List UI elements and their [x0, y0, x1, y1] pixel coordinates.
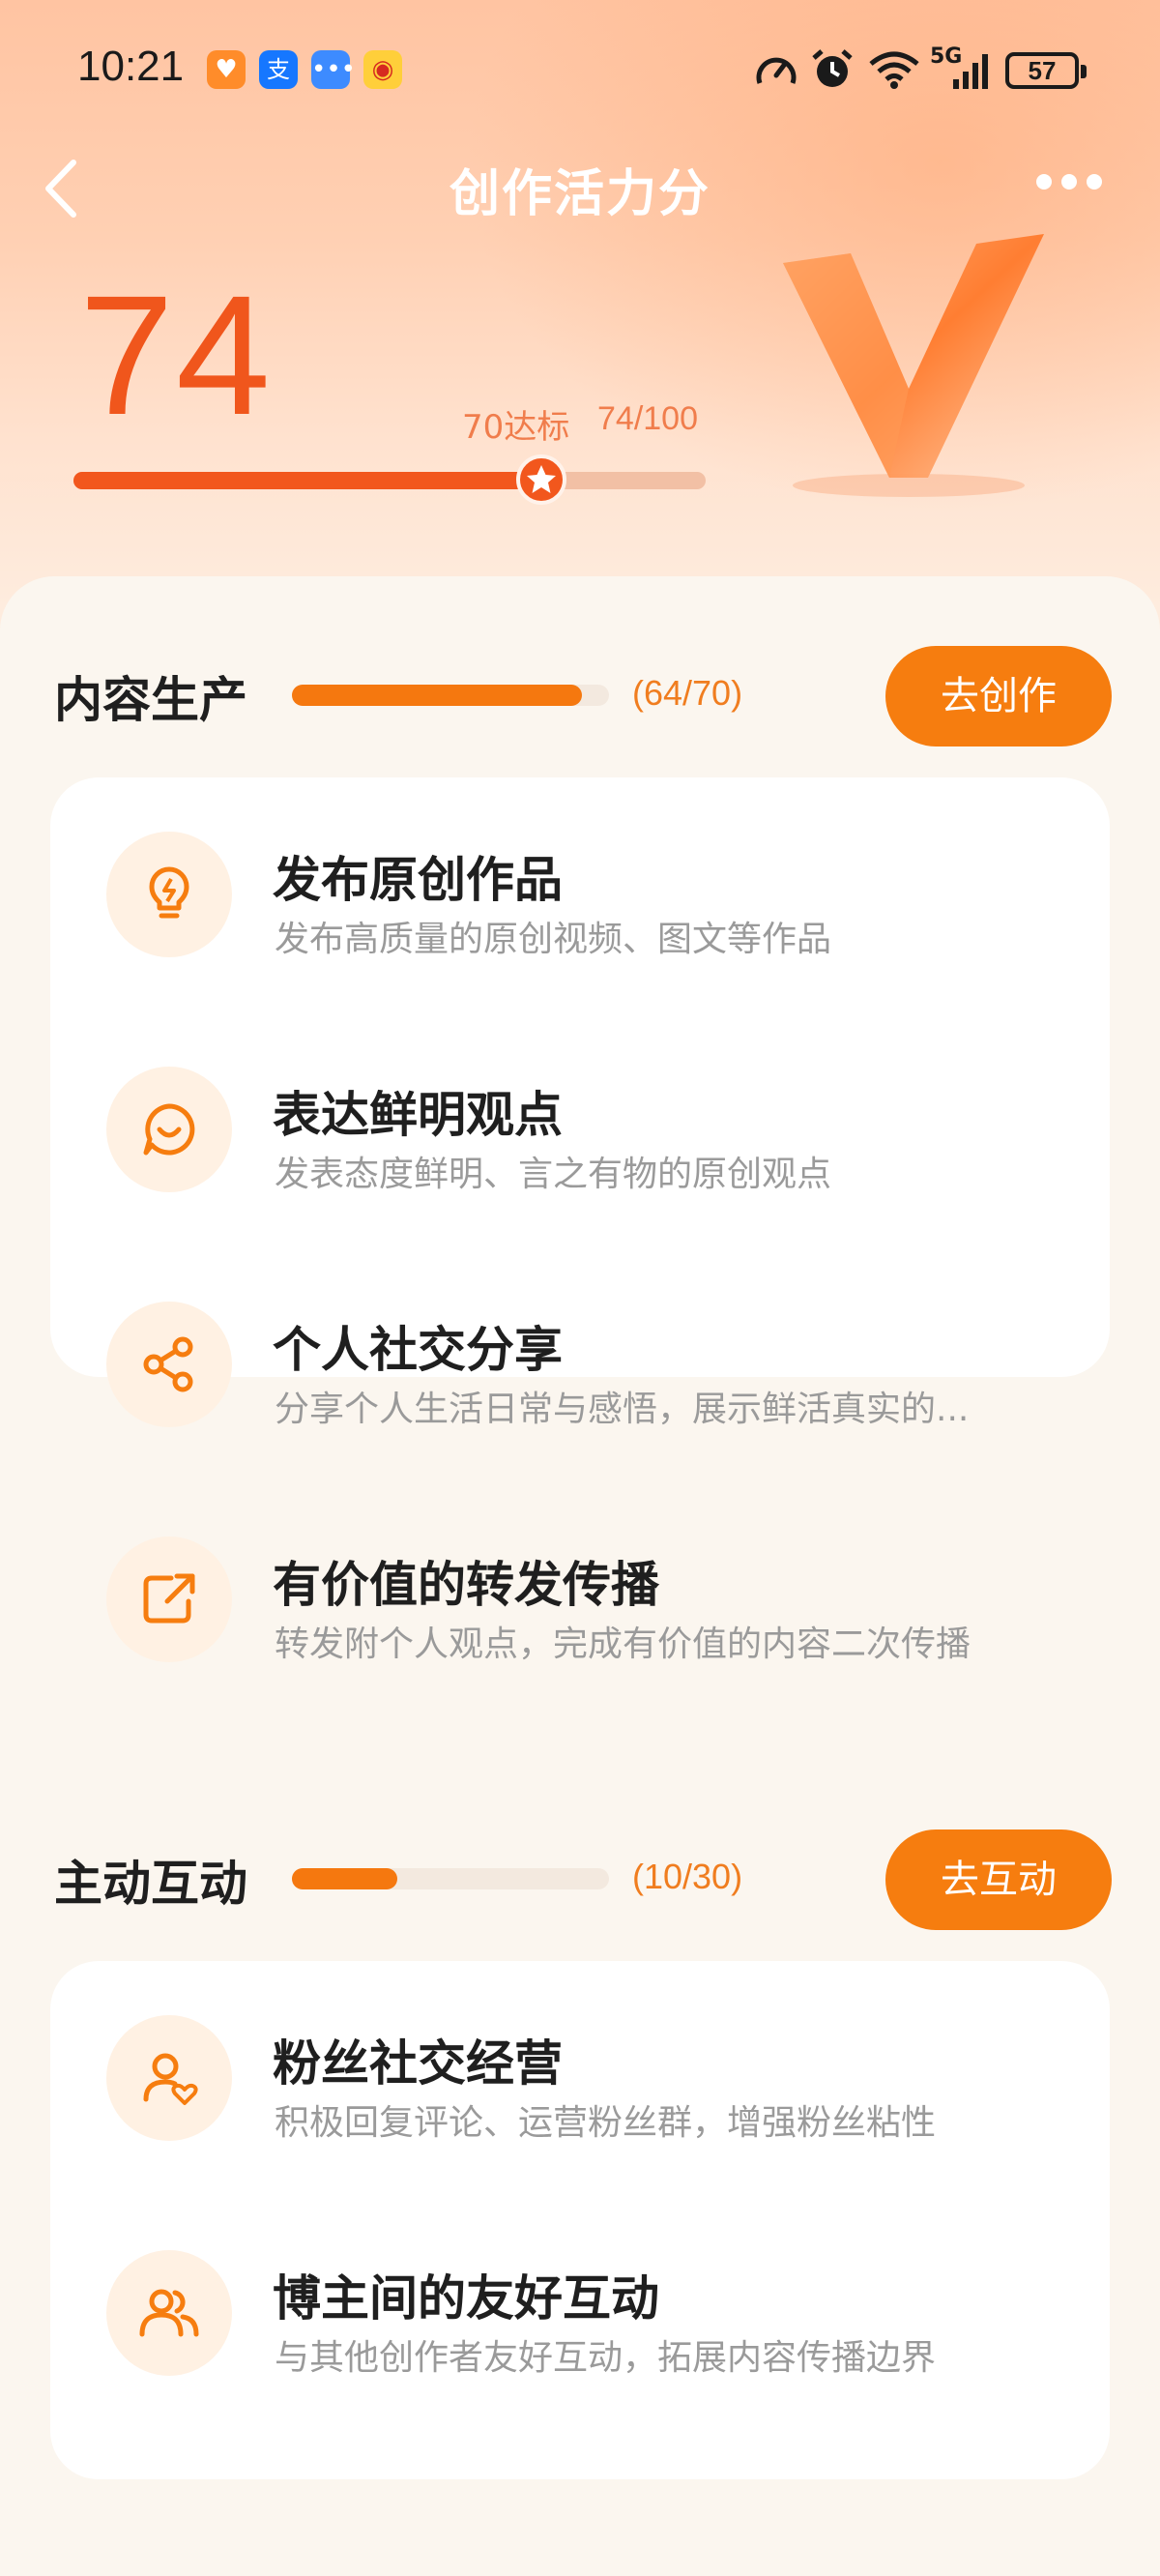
go-create-button[interactable]: 去创作 — [885, 646, 1112, 746]
section-title-content: 内容生产 — [54, 672, 247, 728]
section-title-interaction: 主动互动 — [54, 1856, 247, 1912]
task-description: 积极回复评论、运营粉丝群，增强粉丝粘性 — [275, 2103, 937, 2143]
status-time: 10:21 — [77, 43, 185, 90]
dot-icon — [1061, 174, 1077, 190]
task-description: 与其他创作者友好互动，拓展内容传播边界 — [275, 2338, 937, 2378]
activity-score: 74 — [79, 261, 273, 451]
more-menu-button[interactable] — [1036, 174, 1114, 197]
task-title: 发布原创作品 — [273, 852, 563, 908]
message-app-icon: ••• — [311, 50, 356, 89]
task-description: 发布高质量的原创视频、图文等作品 — [275, 920, 832, 959]
user-heart-icon — [106, 2015, 232, 2141]
interaction-progress-fill — [292, 1868, 398, 1889]
dot-icon — [1087, 174, 1102, 190]
task-item-original-work[interactable]: 发布原创作品 发布高质量的原创视频、图文等作品 — [50, 801, 1110, 994]
task-description: 转发附个人观点，完成有价值的内容二次传播 — [275, 1625, 972, 1664]
task-description: 分享个人生活日常与感悟，展示鲜活真实的... — [275, 1390, 970, 1429]
content-progress-fill — [292, 685, 582, 706]
interaction-progress-bar — [292, 1868, 609, 1889]
v-logo-icon — [783, 234, 1044, 497]
task-item-social-share[interactable]: 个人社交分享 分享个人生活日常与感悟，展示鲜活真实的... — [50, 1271, 1110, 1464]
speed-icon — [756, 57, 797, 84]
signal-icon — [953, 54, 988, 89]
battery-indicator: 57 — [1005, 52, 1087, 89]
interaction-task-card: 粉丝社交经营 积极回复评论、运营粉丝群，增强粉丝粘性 博主间的友好互动 与其他创… — [50, 1961, 1110, 2479]
task-title: 表达鲜明观点 — [273, 1087, 563, 1143]
interaction-progress-count: (10/30) — [632, 1857, 743, 1896]
target-label: 70达标 — [462, 408, 570, 447]
target-star-icon — [515, 454, 566, 505]
alarm-icon — [812, 49, 853, 87]
wifi-icon — [869, 51, 919, 89]
lightbulb-icon — [106, 832, 232, 957]
score-progress-bar — [73, 472, 706, 489]
content-sheet: 内容生产 (64/70) 去创作 发布原创作品 发布高质量的原创视频、图文等作品 — [0, 576, 1160, 2576]
go-interact-button[interactable]: 去互动 — [885, 1830, 1112, 1930]
task-item-forward[interactable]: 有价值的转发传播 转发附个人观点，完成有价值的内容二次传播 — [50, 1506, 1110, 1699]
alipay-app-icon: 支 — [259, 50, 298, 89]
task-title: 博主间的友好互动 — [273, 2270, 659, 2327]
smile-bubble-icon — [106, 1067, 232, 1192]
score-progress-text: 74/100 — [597, 400, 698, 437]
task-item-opinion[interactable]: 表达鲜明观点 发表态度鲜明、言之有物的原创观点 — [50, 1036, 1110, 1229]
task-title: 粉丝社交经营 — [273, 2035, 563, 2092]
task-item-fan-management[interactable]: 粉丝社交经营 积极回复评论、运营粉丝群，增强粉丝粘性 — [50, 1984, 1110, 2178]
content-task-card: 发布原创作品 发布高质量的原创视频、图文等作品 表达鲜明观点 发表态度鲜明、言之… — [50, 777, 1110, 1664]
content-progress-bar — [292, 685, 609, 706]
page-title: 创作活力分 — [449, 165, 710, 223]
weibo-app-icon: ◉ — [363, 50, 402, 89]
forward-icon — [106, 1537, 232, 1662]
task-title: 个人社交分享 — [273, 1322, 563, 1378]
users-icon — [106, 2250, 232, 2376]
task-title: 有价值的转发传播 — [273, 1557, 659, 1613]
task-description: 发表态度鲜明、言之有物的原创观点 — [275, 1155, 832, 1194]
content-progress-count: (64/70) — [632, 673, 743, 713]
task-item-creator-interaction[interactable]: 博主间的友好互动 与其他创作者友好互动，拓展内容传播边界 — [50, 2219, 1110, 2413]
heart-app-icon: ♥ — [207, 50, 246, 89]
status-bar: 10:21 ♥ 支 ••• ◉ 5G 57 — [0, 0, 1160, 145]
dot-icon — [1036, 174, 1052, 190]
share-icon — [106, 1302, 232, 1427]
score-progress-fill — [73, 472, 541, 489]
